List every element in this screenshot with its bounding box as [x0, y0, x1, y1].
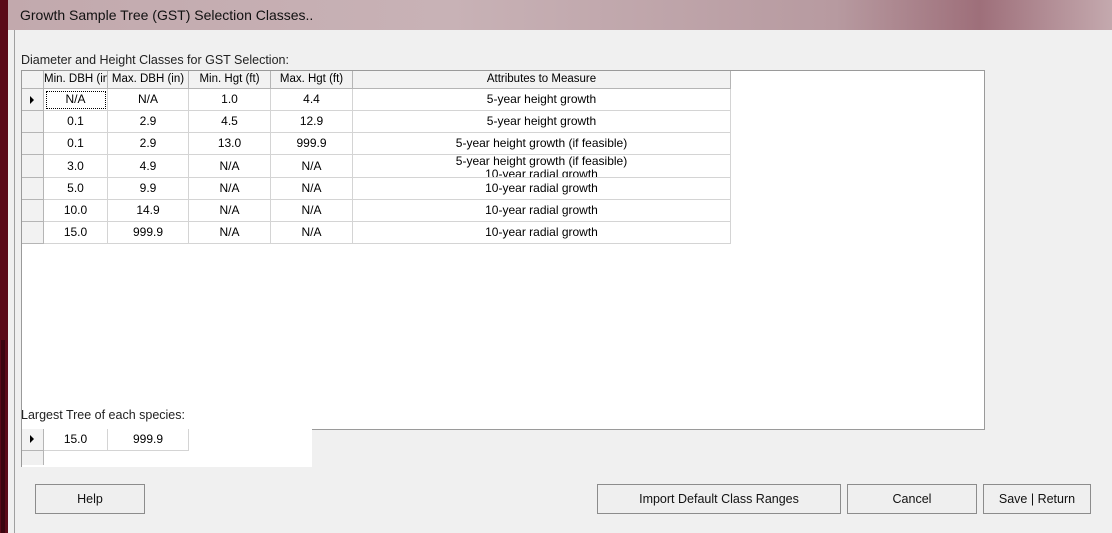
cell-attributes[interactable]: 5-year height growth [353, 89, 731, 111]
cell-attributes[interactable]: 10-year radial growth [353, 200, 731, 222]
cell-attributes[interactable]: 5-year height growth [353, 111, 731, 133]
row-header[interactable] [22, 178, 44, 200]
cell-max-dbh[interactable]: 999.9 [108, 429, 189, 451]
cell-max-dbh[interactable]: 4.9 [108, 155, 189, 178]
classes-grid[interactable]: Min. DBH (in) Max. DBH (in) Min. Hgt (ft… [21, 70, 985, 430]
cell-max-dbh[interactable]: 2.9 [108, 133, 189, 155]
cell-attributes[interactable]: 10-year radial growth [353, 222, 731, 244]
row-header[interactable] [22, 133, 44, 155]
cell-max-dbh[interactable]: 14.9 [108, 200, 189, 222]
cell-min-dbh[interactable]: 0.1 [44, 133, 108, 155]
cell-min-dbh[interactable]: 15.0 [44, 429, 108, 451]
cell-min-dbh[interactable]: N/A [44, 89, 108, 111]
current-row-arrow-icon [30, 435, 34, 443]
cell-max-hgt[interactable]: N/A [271, 155, 353, 178]
largest-tree-label: Largest Tree of each species: [21, 408, 185, 422]
cell-max-hgt[interactable]: N/A [271, 222, 353, 244]
attribute-line: 5-year height growth (if feasible) [455, 155, 628, 168]
cell-max-dbh[interactable]: 999.9 [108, 222, 189, 244]
cell-min-hgt[interactable]: 1.0 [189, 89, 271, 111]
cell-min-hgt[interactable]: N/A [189, 155, 271, 178]
cell-min-hgt[interactable]: 13.0 [189, 133, 271, 155]
cell-max-dbh[interactable]: N/A [108, 89, 189, 111]
dialog-client-area: Diameter and Height Classes for GST Sele… [14, 30, 1112, 533]
row-header[interactable] [22, 200, 44, 222]
row-header[interactable] [22, 429, 44, 451]
cell-min-hgt[interactable]: N/A [189, 200, 271, 222]
window-title: Growth Sample Tree (GST) Selection Class… [20, 7, 314, 23]
title-bar[interactable]: Growth Sample Tree (GST) Selection Class… [8, 0, 1112, 30]
grid-corner-header [22, 71, 44, 89]
cell-min-hgt[interactable]: N/A [189, 178, 271, 200]
cell-attributes[interactable]: 5-year height growth (if feasible) 10-yea… [353, 155, 731, 178]
col-header-max-dbh[interactable]: Max. DBH (in) [108, 71, 189, 89]
cell-min-dbh[interactable]: 10.0 [44, 200, 108, 222]
row-header[interactable] [22, 111, 44, 133]
import-default-class-ranges-button[interactable]: Import Default Class Ranges [597, 484, 841, 514]
cell-max-hgt[interactable]: 999.9 [271, 133, 353, 155]
row-header[interactable] [22, 89, 44, 111]
cell-attributes[interactable]: 10-year radial growth [353, 178, 731, 200]
cell-max-hgt[interactable]: N/A [271, 178, 353, 200]
largest-tree-grid[interactable]: 15.0 999.9 [21, 429, 312, 467]
cell-min-dbh[interactable]: 15.0 [44, 222, 108, 244]
cell-min-dbh[interactable]: 0.1 [44, 111, 108, 133]
col-header-min-hgt[interactable]: Min. Hgt (ft) [189, 71, 271, 89]
cell-min-hgt[interactable]: N/A [189, 222, 271, 244]
cell-min-dbh[interactable]: 3.0 [44, 155, 108, 178]
cell-min-hgt[interactable]: 4.5 [189, 111, 271, 133]
save-return-button[interactable]: Save | Return [983, 484, 1091, 514]
cell-max-hgt[interactable]: 12.9 [271, 111, 353, 133]
cell-min-dbh[interactable]: 5.0 [44, 178, 108, 200]
col-header-max-hgt[interactable]: Max. Hgt (ft) [271, 71, 353, 89]
row-header[interactable] [22, 222, 44, 244]
col-header-attributes[interactable]: Attributes to Measure [353, 71, 731, 89]
current-row-arrow-icon [30, 96, 34, 104]
row-header [22, 451, 44, 465]
cell-max-dbh[interactable]: 9.9 [108, 178, 189, 200]
attribute-line: 10-year radial growth [485, 168, 598, 177]
help-button[interactable]: Help [35, 484, 145, 514]
edge-stripe [1, 340, 5, 533]
cell-max-hgt[interactable]: 4.4 [271, 89, 353, 111]
classes-section-label: Diameter and Height Classes for GST Sele… [21, 53, 289, 67]
cancel-button[interactable]: Cancel [847, 484, 977, 514]
cell-max-dbh[interactable]: 2.9 [108, 111, 189, 133]
col-header-min-dbh[interactable]: Min. DBH (in) [44, 71, 108, 89]
cell-max-hgt[interactable]: N/A [271, 200, 353, 222]
window-left-edge [0, 0, 8, 533]
row-header[interactable] [22, 155, 44, 178]
cell-attributes[interactable]: 5-year height growth (if feasible) [353, 133, 731, 155]
